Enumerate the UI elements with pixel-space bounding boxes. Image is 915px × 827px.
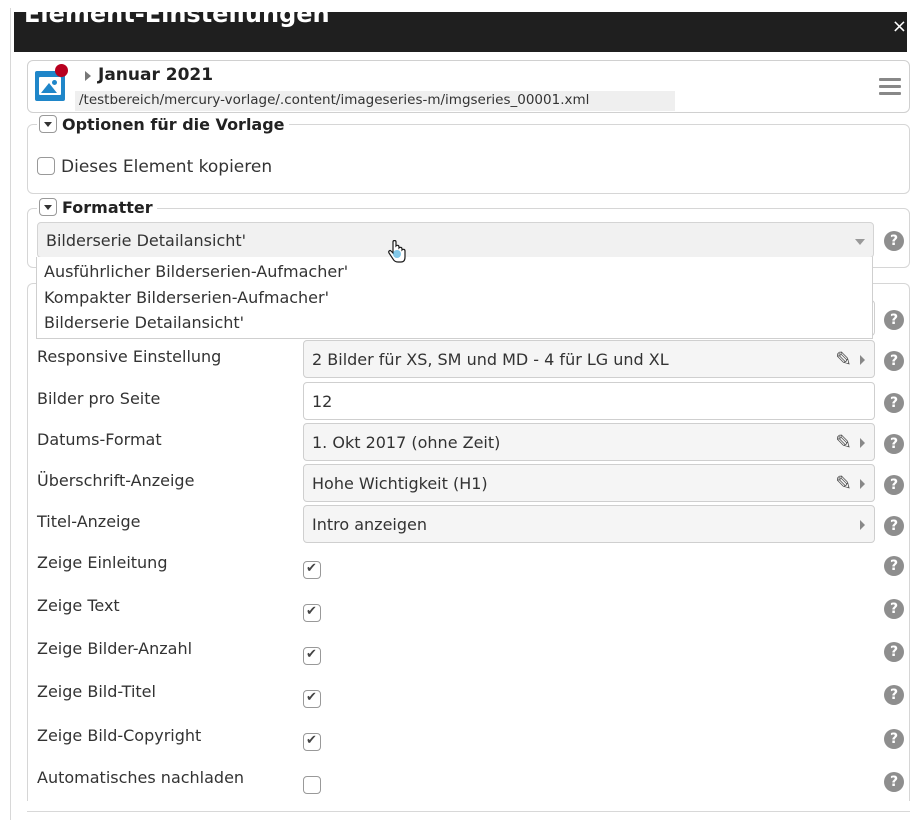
show-copyright-checkbox[interactable]	[303, 733, 321, 751]
title-display-value: Intro anzeigen	[312, 515, 428, 534]
formatter-selected-value: Bilderserie Detailansicht'	[46, 231, 247, 250]
hamburger-menu-icon[interactable]	[879, 78, 901, 96]
show-copyright-label: Zeige Bild-Copyright	[37, 726, 202, 745]
chevron-down-icon	[855, 239, 865, 245]
auto-load-label: Automatisches nachladen	[37, 768, 245, 787]
show-image-title-label: Zeige Bild-Titel	[37, 682, 156, 701]
help-icon[interactable]: ?	[884, 642, 904, 662]
help-icon[interactable]: ?	[884, 772, 904, 792]
expand-triangle-icon[interactable]	[85, 71, 91, 81]
responsive-value: 2 Bilder für XS, SM und MD - 4 für LG un…	[312, 350, 669, 369]
template-options-title: Optionen für die Vorlage	[62, 115, 285, 134]
help-icon[interactable]: ?	[884, 393, 904, 413]
pencil-icon[interactable]: ✎	[835, 471, 852, 495]
copy-element-checkbox[interactable]	[37, 157, 55, 175]
help-icon[interactable]: ?	[884, 556, 904, 576]
heading-field[interactable]: Hohe Wichtigkeit (H1) ✎	[303, 464, 875, 502]
help-icon[interactable]: ?	[884, 599, 904, 619]
per-page-label: Bilder pro Seite	[37, 389, 161, 408]
dropdown-option[interactable]: Ausführlicher Bilderserien-Aufmacher'	[44, 262, 348, 281]
responsive-field[interactable]: 2 Bilder für XS, SM und MD - 4 für LG un…	[303, 340, 875, 378]
date-format-field[interactable]: 1. Okt 2017 (ohne Zeit) ✎	[303, 423, 875, 461]
collapse-icon[interactable]	[39, 115, 57, 133]
show-image-title-checkbox[interactable]	[303, 690, 321, 708]
pencil-icon[interactable]: ✎	[835, 430, 852, 454]
dialog-bottom-border	[27, 811, 910, 812]
per-page-input[interactable]: 12	[303, 382, 875, 420]
title-display-label: Titel-Anzeige	[37, 512, 141, 531]
show-text-label: Zeige Text	[37, 596, 120, 615]
help-icon[interactable]: ?	[884, 351, 904, 371]
help-icon[interactable]: ?	[884, 729, 904, 749]
template-options-legend[interactable]: Optionen für die Vorlage	[37, 115, 289, 134]
formatter-select[interactable]: Bilderserie Detailansicht'	[37, 222, 874, 258]
status-badge	[55, 64, 68, 77]
help-icon[interactable]: ?	[884, 516, 904, 536]
help-icon[interactable]: ?	[884, 434, 904, 454]
formatter-title: Formatter	[62, 198, 153, 217]
collapse-icon[interactable]	[39, 198, 57, 216]
responsive-label: Responsive Einstellung	[37, 347, 222, 366]
element-title: Januar 2021	[98, 65, 214, 85]
heading-label: Überschrift-Anzeige	[37, 471, 195, 490]
copy-element-label: Dieses Element kopieren	[61, 157, 273, 177]
formatter-legend[interactable]: Formatter	[37, 198, 157, 217]
show-intro-label: Zeige Einleitung	[37, 553, 168, 572]
formatter-dropdown: Ausführlicher Bilderserien-Aufmacher' Ko…	[36, 257, 873, 339]
pencil-icon[interactable]: ✎	[835, 347, 852, 371]
heading-value: Hohe Wichtigkeit (H1)	[312, 474, 488, 493]
dialog-titlebar: Element-Einstellungen ×	[14, 12, 907, 52]
help-icon[interactable]: ?	[884, 685, 904, 705]
date-format-label: Datums-Format	[37, 430, 162, 449]
chevron-right-icon[interactable]	[860, 355, 865, 365]
title-display-field[interactable]: Intro anzeigen	[303, 505, 875, 543]
show-count-checkbox[interactable]	[303, 647, 321, 665]
show-count-label: Zeige Bilder-Anzahl	[37, 639, 193, 658]
help-icon[interactable]: ?	[884, 231, 904, 251]
help-icon[interactable]: ?	[884, 475, 904, 495]
chevron-right-icon[interactable]	[860, 479, 865, 489]
show-intro-checkbox[interactable]	[303, 561, 321, 579]
close-icon[interactable]: ×	[892, 16, 907, 37]
per-page-value: 12	[312, 392, 333, 411]
dropdown-option[interactable]: Kompakter Bilderserien-Aufmacher'	[44, 288, 329, 307]
show-text-checkbox[interactable]	[303, 604, 321, 622]
help-icon[interactable]: ?	[884, 310, 904, 330]
date-format-value: 1. Okt 2017 (ohne Zeit)	[312, 433, 501, 452]
hand-cursor-icon	[388, 240, 406, 263]
element-header: Januar 2021 /testbereich/mercury-vorlage…	[27, 60, 910, 113]
chevron-right-icon[interactable]	[860, 438, 865, 448]
chevron-right-icon[interactable]	[860, 520, 865, 530]
element-path: /testbereich/mercury-vorlage/.content/im…	[75, 91, 675, 111]
auto-load-checkbox[interactable]	[303, 776, 321, 794]
dialog-title: Element-Einstellungen	[24, 12, 330, 28]
dropdown-option[interactable]: Bilderserie Detailansicht'	[44, 313, 244, 332]
